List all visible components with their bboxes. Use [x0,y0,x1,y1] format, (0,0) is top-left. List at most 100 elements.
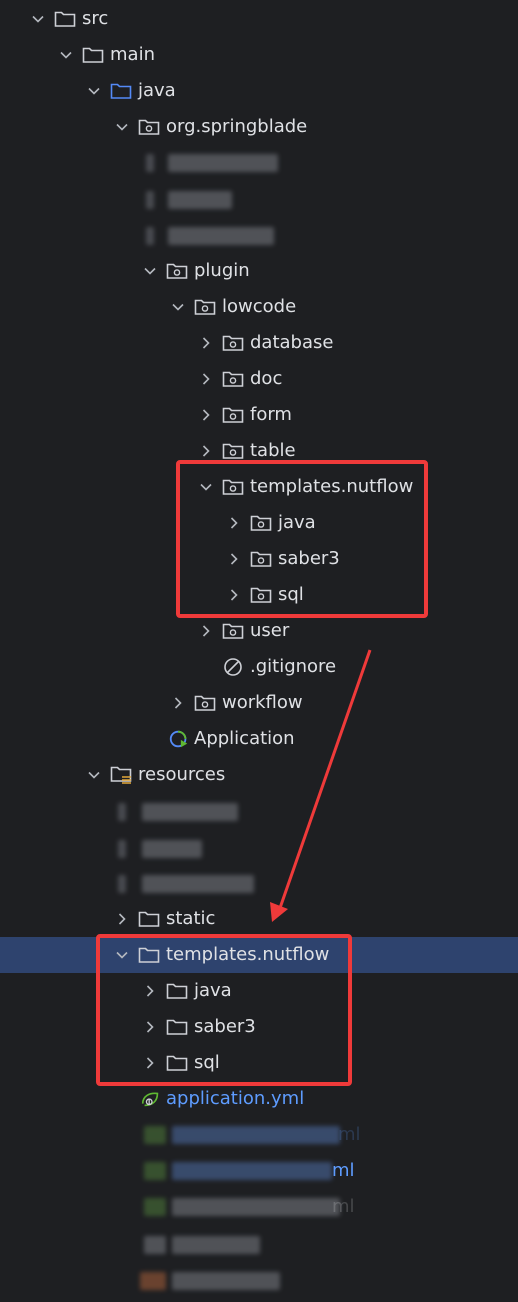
redacted-item [168,154,278,172]
spring-boot-app-icon [168,729,190,749]
chevron-right-icon[interactable] [196,405,216,425]
tree-node-user[interactable]: user [0,613,518,649]
tree-label: plugin [194,260,250,281]
redacted-icon [144,1236,166,1254]
tree-node-form[interactable]: form [0,397,518,433]
yaml-config-icon [140,1089,162,1109]
redacted-item [172,1162,332,1180]
chevron-right-icon[interactable] [196,621,216,641]
package-icon [222,405,244,425]
chevron-right-icon[interactable] [140,1053,160,1073]
resources-folder-icon [110,765,132,785]
chevron-down-icon[interactable] [112,945,132,965]
tree-label: templates.nutflow [250,476,414,497]
tree-node-templates-java-package[interactable]: java [0,505,518,541]
chevron-right-icon[interactable] [224,585,244,605]
chevron-right-icon[interactable] [168,693,188,713]
redacted-item [142,875,254,893]
tree-node-templates-saber3-package[interactable]: saber3 [0,541,518,577]
tree-label: user [250,620,290,641]
tree-node-templates-sql-package[interactable]: sql [0,577,518,613]
chevron-down-icon[interactable] [56,45,76,65]
chevron-right-icon[interactable] [196,333,216,353]
yml-suffix: ml [332,1160,355,1181]
tree-node-org-springblade[interactable]: org.springblade [0,109,518,145]
yml-suffix: ml [332,1196,355,1217]
tree-node-java-source-root[interactable]: java [0,73,518,109]
redacted-chevron [118,875,126,893]
tree-node-main[interactable]: main [0,37,518,73]
tree-node-plugin[interactable]: plugin [0,253,518,289]
ignored-file-icon [222,657,244,677]
tree-label: java [138,80,176,101]
chevron-right-icon[interactable] [224,513,244,533]
tree-node-database[interactable]: database [0,325,518,361]
chevron-right-icon[interactable] [196,369,216,389]
redacted-icon [144,1162,166,1180]
chevron-down-icon[interactable] [196,477,216,497]
tree-label: static [166,908,216,929]
tree-label: workflow [222,692,303,713]
tree-label: .gitignore [250,656,337,677]
tree-node-doc[interactable]: doc [0,361,518,397]
redacted-item [168,191,232,209]
tree-node-templates-nutflow-package[interactable]: templates.nutflow [0,469,518,505]
folder-icon [166,981,188,1001]
tree-label: main [110,44,155,65]
tree-node-workflow[interactable]: workflow [0,685,518,721]
chevron-down-icon[interactable] [168,297,188,317]
redacted-icon [140,1272,166,1290]
tree-label: resources [138,764,226,785]
chevron-down-icon[interactable] [84,765,104,785]
redacted-icon [144,1126,166,1144]
tree-label: java [278,512,316,533]
redacted-chevron [146,227,154,245]
chevron-down-icon[interactable] [112,117,132,137]
tree-node-templates-nutflow-resources[interactable]: templates.nutflow [0,937,518,973]
tree-node-application-class[interactable]: Application [0,721,518,757]
tree-label: java [194,980,232,1001]
tree-label: sql [278,584,304,605]
tree-node-resources[interactable]: resources [0,757,518,793]
package-icon [222,441,244,461]
tree-label: saber3 [194,1016,256,1037]
package-icon [138,117,160,137]
tree-label: form [250,404,292,425]
chevron-down-icon[interactable] [28,9,48,29]
folder-icon [54,9,76,29]
folder-icon [166,1017,188,1037]
chevron-right-icon[interactable] [140,1017,160,1037]
redacted-chevron [146,191,154,209]
package-icon [194,297,216,317]
folder-icon [82,45,104,65]
package-icon [250,585,272,605]
tree-node-resources-saber3-folder[interactable]: saber3 [0,1009,518,1045]
redacted-item [172,1272,280,1290]
tree-label: org.springblade [166,116,308,137]
chevron-right-icon[interactable] [196,441,216,461]
package-icon [250,549,272,569]
chevron-right-icon[interactable] [224,549,244,569]
chevron-right-icon[interactable] [140,981,160,1001]
tree-label: saber3 [278,548,340,569]
folder-icon [138,945,160,965]
package-icon [222,621,244,641]
tree-node-src[interactable]: src [0,1,518,37]
tree-node-static[interactable]: static [0,901,518,937]
package-icon [250,513,272,533]
tree-node-gitignore[interactable]: .gitignore [0,649,518,685]
package-icon [194,693,216,713]
tree-label: application.yml [166,1088,305,1109]
chevron-down-icon[interactable] [84,81,104,101]
tree-node-lowcode[interactable]: lowcode [0,289,518,325]
tree-node-resources-sql-folder[interactable]: sql [0,1045,518,1081]
tree-node-table[interactable]: table [0,433,518,469]
folder-icon [138,909,160,929]
project-tree: src main java org.springblade plugin low… [0,0,518,1302]
chevron-right-icon[interactable] [112,909,132,929]
chevron-down-icon[interactable] [140,261,160,281]
tree-node-application-yml[interactable]: application.yml [0,1081,518,1117]
package-icon [222,333,244,353]
tree-node-resources-java-folder[interactable]: java [0,973,518,1009]
tree-label: doc [250,368,283,389]
